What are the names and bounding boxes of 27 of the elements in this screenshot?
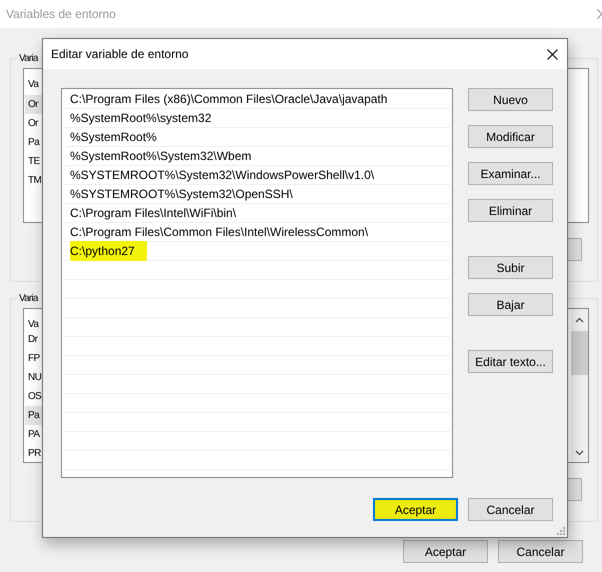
path-item[interactable]: %SystemRoot%\system32 (70, 110, 216, 126)
action-button[interactable]: Subir (468, 256, 553, 279)
action-button[interactable]: Editar texto... (468, 350, 553, 373)
dialog-button[interactable]: Aceptar (403, 540, 488, 563)
path-item[interactable]: C:\Program Files\Intel\WiFi\bin\ (70, 205, 240, 221)
path-item[interactable]: %SystemRoot%\System32\Wbem (70, 148, 256, 164)
action-button[interactable]: Bajar (468, 293, 553, 316)
dialog-button[interactable]: Cancelar (498, 540, 583, 563)
action-button[interactable]: Nuevo (468, 88, 553, 111)
path-item[interactable]: C:\python27 (70, 241, 147, 261)
path-item[interactable]: C:\Program Files (x86)\Common Files\Oracle\Java\javapath (70, 91, 392, 107)
action-button[interactable]: Eliminar (468, 199, 553, 222)
action-button[interactable]: Examinar... (468, 162, 553, 185)
dialog-title: Editar variable de entorno (51, 47, 188, 61)
path-item[interactable]: C:\Program Files\Common Files\Intel\WirelessCommon\ (70, 224, 372, 240)
close-icon[interactable] (547, 48, 558, 60)
window-title: Variables de entorno (6, 7, 116, 21)
dialog-button[interactable]: Aceptar (373, 498, 458, 521)
path-item[interactable]: %SYSTEMROOT%\System32\OpenSSH\ (70, 186, 297, 202)
chevron-down-icon[interactable] (575, 450, 584, 456)
dialog-button[interactable]: Cancelar (468, 498, 553, 521)
path-item[interactable]: %SystemRoot% (70, 129, 161, 145)
resize-grip-icon[interactable] (557, 527, 565, 535)
path-item[interactable]: %SYSTEMROOT%\System32\WindowsPowerShell\v1.0\ (70, 167, 378, 183)
scrollbar[interactable] (571, 309, 588, 462)
action-button[interactable]: Modificar (468, 125, 553, 148)
chevron-up-icon[interactable] (575, 317, 584, 323)
